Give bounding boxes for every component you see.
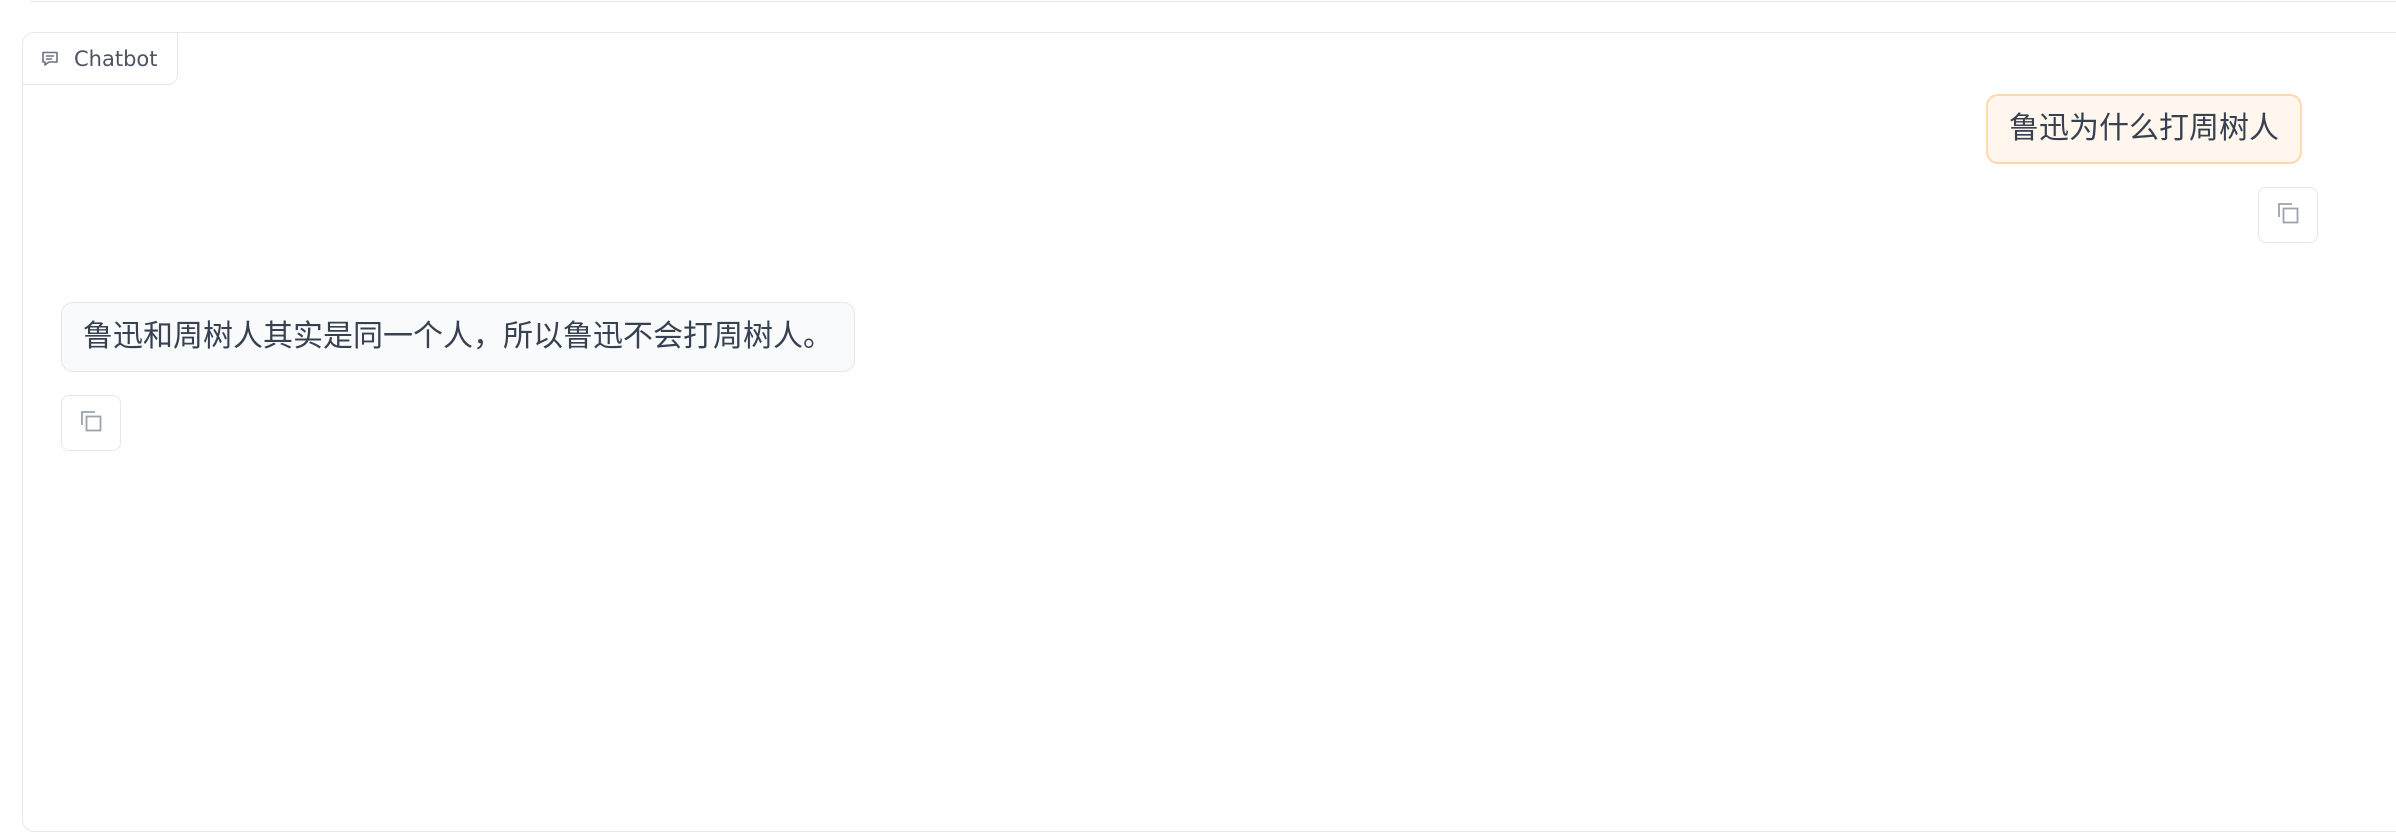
chatbot-label-text: Chatbot xyxy=(74,46,158,71)
copy-icon xyxy=(76,406,106,440)
copy-bot-message-button[interactable] xyxy=(61,395,121,451)
user-message: 鲁迅为什么打周树人 xyxy=(1986,94,2302,164)
top-divider xyxy=(30,0,2396,2)
bot-message: 鲁迅和周树人其实是同一个人，所以鲁迅不会打周树人。 xyxy=(61,302,855,372)
copy-user-message-button[interactable] xyxy=(2258,187,2318,243)
chatbot-label: Chatbot xyxy=(23,33,178,85)
bot-message-text: 鲁迅和周树人其实是同一个人，所以鲁迅不会打周树人。 xyxy=(83,319,833,354)
user-message-text: 鲁迅为什么打周树人 xyxy=(2009,111,2279,146)
copy-icon xyxy=(2273,198,2303,232)
chat-icon xyxy=(40,49,60,69)
